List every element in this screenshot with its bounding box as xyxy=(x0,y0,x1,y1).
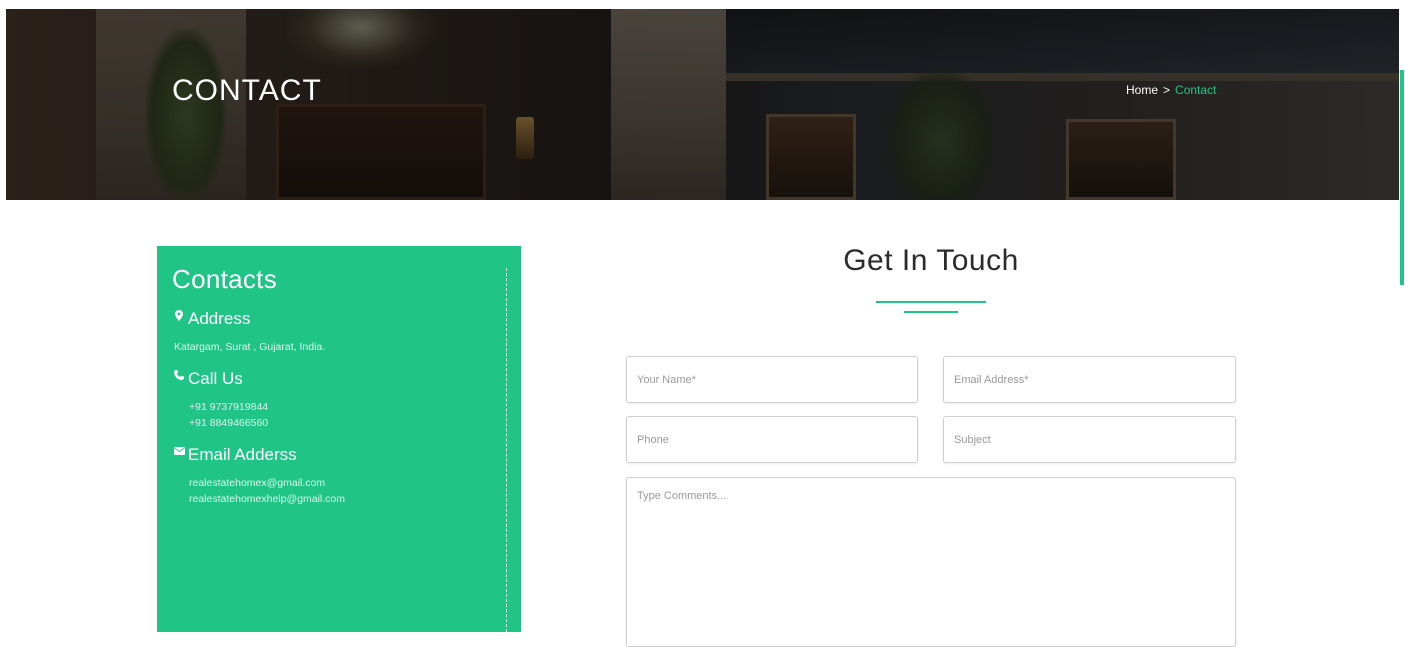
call-label: Call Us xyxy=(188,369,243,388)
subject-input[interactable] xyxy=(943,416,1236,463)
call-heading: Call Us xyxy=(172,369,506,389)
email-block: Email Adderss realestatehomex@gmail.com … xyxy=(172,445,506,507)
address-label: Address xyxy=(188,309,251,328)
address-value: Katargam, Surat , Gujarat, India. xyxy=(174,341,326,353)
call-block: Call Us +91 9737919844 +91 8849466560 xyxy=(172,369,506,431)
contact-info-card: Contacts Address Katargam, Surat , Gujar… xyxy=(157,246,521,632)
scroll-indicator[interactable] xyxy=(1400,70,1404,285)
breadcrumb: Home > Contact xyxy=(1126,83,1216,97)
email-heading: Email Adderss xyxy=(172,445,506,465)
envelope-icon xyxy=(172,444,186,458)
email-input[interactable] xyxy=(943,356,1236,403)
phone-number-1[interactable]: +91 9737919844 xyxy=(172,399,506,415)
title-divider xyxy=(876,301,986,303)
title-divider-short xyxy=(904,311,958,313)
email-label: Email Adderss xyxy=(188,445,297,464)
email-address-1[interactable]: realestatehomex@gmail.com xyxy=(172,475,506,491)
breadcrumb-home-link[interactable]: Home xyxy=(1126,83,1158,97)
page-title: CONTACT xyxy=(172,74,322,107)
address-block: Address Katargam, Surat , Gujarat, India… xyxy=(172,309,506,355)
breadcrumb-current: Contact xyxy=(1175,83,1217,97)
address-heading: Address xyxy=(172,309,506,329)
map-marker-icon xyxy=(172,308,186,322)
breadcrumb-separator: > xyxy=(1163,83,1171,97)
get-in-touch-title: Get In Touch xyxy=(843,244,1019,277)
phone-icon xyxy=(172,368,186,382)
email-address-2[interactable]: realestatehomexhelp@gmail.com xyxy=(172,491,506,507)
comments-textarea[interactable] xyxy=(626,477,1236,647)
phone-number-2[interactable]: +91 8849466560 xyxy=(172,415,506,431)
name-input[interactable] xyxy=(626,356,918,403)
phone-input[interactable] xyxy=(626,416,918,463)
contacts-title: Contacts xyxy=(172,264,278,294)
